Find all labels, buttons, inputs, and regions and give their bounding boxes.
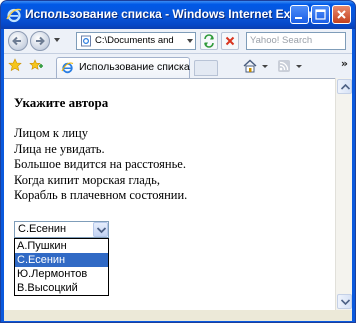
ie-page-icon [61, 62, 74, 74]
back-button[interactable] [8, 31, 28, 51]
poem-line: Когда кипит морская гладь, [14, 172, 160, 187]
poem-line: Лицом к лицу [14, 126, 88, 140]
minimize-button[interactable] [290, 5, 309, 24]
home-button[interactable] [242, 58, 258, 74]
stop-icon [225, 36, 235, 46]
browser-window: Использование списка - Windows Internet … [0, 0, 356, 323]
author-option[interactable]: В.Высоцкий [15, 281, 108, 295]
author-select-value: С.Есенин [18, 223, 67, 235]
navigation-bar: C:\Documents and Se Yahoo! Search [4, 29, 352, 53]
tab-label: Использование списка [79, 61, 190, 73]
tab-bar: Использование списка » [4, 53, 352, 79]
poem: Лицом к лицу Лица не увидать. Большое ви… [14, 126, 187, 204]
ie-logo-icon [6, 8, 22, 23]
refresh-icon [204, 34, 214, 48]
rss-icon [278, 60, 290, 72]
search-box[interactable]: Yahoo! Search [246, 32, 346, 50]
tab-active[interactable]: Использование списка [56, 57, 190, 78]
add-favorites-icon[interactable] [29, 58, 43, 72]
back-arrow-icon [12, 36, 21, 46]
minimize-icon [295, 17, 302, 19]
scroll-up-button[interactable] [337, 79, 352, 94]
vertical-scrollbar[interactable] [335, 78, 352, 310]
browser-chrome: C:\Documents and Se Yahoo! Search [4, 29, 352, 78]
chevron-up-icon [341, 84, 350, 90]
author-select-dropdown-button[interactable] [93, 222, 108, 237]
author-select[interactable]: С.Есенин [14, 221, 109, 238]
maximize-button[interactable] [311, 5, 330, 24]
forward-arrow-icon [36, 36, 45, 46]
more-tools-chevron-icon[interactable]: » [341, 57, 348, 70]
stop-button[interactable] [221, 32, 239, 50]
page-content: Укажите автора Лицом к лицу Лица не увид… [4, 78, 335, 310]
author-option[interactable]: Ю.Лермонтов [15, 267, 108, 281]
poem-line: Лица не увидать. [14, 141, 105, 156]
page-icon [81, 35, 91, 47]
search-placeholder: Yahoo! Search [250, 35, 313, 46]
page-heading: Укажите автора [14, 95, 109, 110]
maximize-icon [315, 9, 326, 20]
new-tab-button[interactable] [194, 60, 218, 76]
address-dropdown-icon[interactable] [187, 39, 193, 43]
window-title: Использование списка - Windows Internet … [25, 7, 325, 21]
status-bar [4, 310, 352, 321]
favorites-star-icon[interactable] [8, 58, 22, 72]
feeds-button[interactable] [276, 58, 292, 74]
chevron-down-icon [296, 65, 302, 68]
author-option[interactable]: А.Пушкин [15, 239, 108, 253]
author-option-selected[interactable]: С.Есенин [15, 253, 108, 267]
poem-line: Большое видится на расстоянье. [14, 157, 186, 172]
address-bar[interactable]: C:\Documents and Se [76, 32, 196, 50]
home-icon [243, 59, 257, 73]
author-options-list: А.Пушкин С.Есенин Ю.Лермонтов В.Высоцкий [14, 238, 109, 296]
scroll-down-button[interactable] [337, 294, 352, 309]
chevron-down-icon [262, 65, 268, 68]
feeds-dropdown[interactable] [295, 58, 303, 74]
history-dropdown-icon[interactable] [54, 38, 60, 42]
title-bar[interactable]: Использование списка - Windows Internet … [1, 1, 355, 29]
chevron-down-icon [97, 227, 106, 234]
forward-button[interactable] [30, 31, 50, 51]
chevron-down-icon [341, 299, 350, 305]
address-text: C:\Documents and Se [95, 35, 175, 46]
close-window-button[interactable] [332, 5, 351, 24]
home-dropdown[interactable] [261, 58, 269, 74]
close-icon [337, 10, 346, 19]
poem-line: Корабль в плачевном состоянии. [14, 188, 188, 203]
refresh-button[interactable] [200, 32, 218, 50]
